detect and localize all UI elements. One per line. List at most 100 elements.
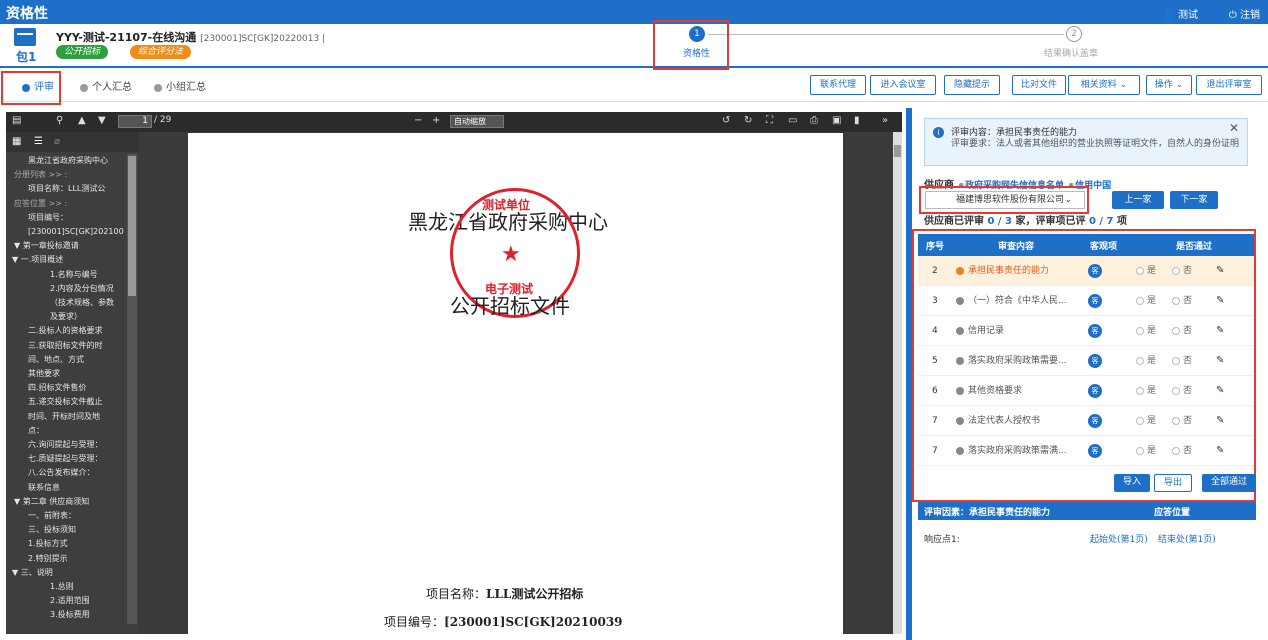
fullscreen-icon[interactable]: ⛶ xyxy=(766,115,773,126)
outline-item[interactable]: ▼ 一.项目概述 xyxy=(12,255,63,265)
outline-icon[interactable]: ☰ xyxy=(34,136,43,147)
page-number-input[interactable]: 1 xyxy=(118,115,152,128)
export-button[interactable]: 导出 xyxy=(1154,474,1192,492)
review-notice: i 评审内容：承担民事责任的能力 评审要求：法人或者其他组织的营业执照等证明文件… xyxy=(924,118,1248,166)
outline-item[interactable]: 三.获取招标文件的时 xyxy=(28,341,103,351)
outline-item[interactable]: ▼ 第一章投标邀请 xyxy=(14,241,79,251)
highlight-supplier-box xyxy=(919,186,1089,214)
outline-item[interactable]: 应答位置 >> : xyxy=(14,199,67,209)
info-icon: i xyxy=(933,127,944,138)
tab-dot-icon xyxy=(154,84,162,92)
outline-item[interactable]: 2.内容及分包情况 xyxy=(50,284,114,294)
outline-item[interactable]: 3.投标费用 xyxy=(50,610,90,620)
pdf-scroll-thumb[interactable] xyxy=(894,145,901,157)
open-file-icon[interactable]: ▭ xyxy=(788,115,797,126)
doc-project-name-label: 项目名称： xyxy=(426,587,487,601)
sidebar-scroll-thumb[interactable] xyxy=(128,156,136,296)
logout-label: 注销 xyxy=(1240,10,1260,21)
contact-agent-button[interactable]: 联系代理 xyxy=(810,75,866,95)
project-title: YYY-测试-21107-在线沟通 [230001]SC[GK]20220013… xyxy=(56,29,325,45)
seal-star-icon: ★ xyxy=(501,242,521,267)
related-docs-dropdown[interactable]: 相关资料 ⌄ xyxy=(1068,75,1140,95)
notice-title: 评审内容：承担民事责任的能力 xyxy=(951,128,1078,138)
zoom-out-icon[interactable]: − xyxy=(414,115,422,126)
pdf-outline-sidebar: ▦ ☰ ⌀ 黑龙江省政府采购中心分册列表 >> : 项目名称：LLL测试公应答位置… xyxy=(6,132,138,634)
outline-item[interactable]: 三、投标须知 xyxy=(28,525,76,535)
save-icon[interactable]: ▣ xyxy=(832,115,841,126)
search-icon[interactable]: ⚲ xyxy=(56,115,63,126)
outline-item[interactable]: 黑龙江省政府采购中心 xyxy=(28,156,108,166)
bookmark-icon[interactable]: ▮ xyxy=(854,115,860,126)
highlight-step-box xyxy=(653,20,729,70)
exit-review-button[interactable]: 退出评审室 xyxy=(1196,75,1262,95)
outline-item[interactable]: 项目名称：LLL测试公 xyxy=(28,184,105,194)
next-supplier-button[interactable]: 下一家 xyxy=(1170,191,1218,209)
outline-item[interactable]: 点： xyxy=(28,426,44,436)
zoom-select[interactable]: 自动缩放 xyxy=(450,115,504,128)
outline-item[interactable]: （技术规格、参数 xyxy=(50,298,114,308)
response-row: 响应点1: 起始处(第1页) 结束处(第1页) xyxy=(918,520,1256,554)
end-position-link[interactable]: 结束处(第1页) xyxy=(1158,532,1216,545)
arrow-up-icon[interactable]: ▲ xyxy=(78,115,86,126)
evaluation-method-badge: 综合评分法 xyxy=(130,45,192,59)
procurement-method-badge: 公开招标 xyxy=(56,45,109,59)
tab-group-summary-label: 小组汇总 xyxy=(166,82,206,93)
app-title: 资格性 xyxy=(6,6,48,22)
close-icon[interactable]: ✕ xyxy=(1229,121,1239,135)
arrow-down-icon[interactable]: ▼ xyxy=(98,115,106,126)
step-2-label[interactable]: 结果确认盖章 xyxy=(1044,46,1098,59)
outline-item[interactable]: 一、前附表： xyxy=(28,511,76,521)
outline-item[interactable]: 七.质疑提起与受理： xyxy=(28,454,103,464)
outline-item[interactable]: ▼ 三、说明 xyxy=(12,568,53,578)
chevron-down-icon: ⌄ xyxy=(1119,80,1128,90)
package-label: 包1 xyxy=(16,50,37,64)
outline-item[interactable]: 1.总则 xyxy=(50,582,74,592)
more-tools-icon[interactable]: » xyxy=(882,115,888,126)
outline-item[interactable]: 五.递交投标文件截止 xyxy=(28,397,103,407)
item-progress-count: 0 / 7 xyxy=(1088,216,1114,227)
thumbnails-icon[interactable]: ▦ xyxy=(12,136,21,147)
rotate-ccw-icon[interactable]: ↺ xyxy=(722,115,730,126)
user-menu[interactable]: 👤 测试 xyxy=(1162,6,1198,21)
outline-item[interactable]: 二.投标人的资格要求 xyxy=(28,326,103,336)
outline-item[interactable]: 八.公告发布媒介： xyxy=(28,468,95,478)
outline-item[interactable]: [230001]SC[GK]202100 xyxy=(28,227,124,237)
outline-item[interactable]: 1.名称与编号 xyxy=(50,270,98,280)
outline-item[interactable]: 联系信息 xyxy=(28,483,60,493)
print-icon[interactable]: ⎙ xyxy=(810,115,818,126)
import-button[interactable]: 导入 xyxy=(1114,474,1150,492)
zoom-in-icon[interactable]: + xyxy=(432,115,440,126)
outline-item[interactable]: 其他要求 xyxy=(28,369,60,379)
notice-text: 评审要求：法人或者其他组织的营业执照等证明文件，自然人的身份证明 xyxy=(951,139,1240,149)
pass-all-button[interactable]: 全部通过 xyxy=(1202,474,1256,492)
doc-subtitle: 公开招标文件 xyxy=(450,294,570,318)
response-point-label: 响应点1: xyxy=(924,535,960,545)
hide-tips-button[interactable]: 隐藏提示 xyxy=(944,75,1000,95)
outline-item[interactable]: 六.询问提起与受理： xyxy=(28,440,103,450)
outline-item[interactable]: 间、地点、方式 xyxy=(28,355,84,365)
attachment-icon[interactable]: ⌀ xyxy=(54,136,60,147)
outline-item[interactable]: 及要求） xyxy=(50,312,82,322)
outline-item[interactable]: 2.适用范围 xyxy=(50,596,90,606)
outline-item[interactable]: 时间、开标时间及地 xyxy=(28,412,100,422)
tab-group-summary[interactable]: 小组汇总 xyxy=(152,74,206,102)
start-position-link[interactable]: 起始处(第1页) xyxy=(1090,532,1148,545)
sidebar-toggle-icon[interactable]: ▤ xyxy=(12,115,21,126)
outline-item[interactable]: 2.特别提示 xyxy=(28,554,68,564)
pdf-scrollbar[interactable] xyxy=(893,132,902,634)
tab-personal-summary[interactable]: 个人汇总 xyxy=(78,74,132,102)
rotate-cw-icon[interactable]: ↻ xyxy=(744,115,752,126)
outline-item[interactable]: 四.招标文件售价 xyxy=(28,383,87,393)
top-bar: 资格性 👤 测试 ⏻ 注销 xyxy=(0,0,1268,24)
highlight-table-box xyxy=(912,229,1256,502)
logout-button[interactable]: ⏻ 注销 xyxy=(1229,6,1260,21)
operation-dropdown[interactable]: 操作 ⌄ xyxy=(1146,75,1192,95)
outline-item[interactable]: ▼ 第二章 供应商须知 xyxy=(14,497,89,507)
outline-item[interactable]: 项目编号： xyxy=(28,213,68,223)
outline-item[interactable]: 1.投标方式 xyxy=(28,539,68,549)
enter-meeting-button[interactable]: 进入会议室 xyxy=(870,75,936,95)
user-icon: 👤 xyxy=(1162,10,1175,21)
compare-files-button[interactable]: 比对文件 xyxy=(1012,75,1066,95)
prev-supplier-button[interactable]: 上一家 xyxy=(1112,191,1164,209)
outline-item[interactable]: 分册列表 >> : xyxy=(14,170,67,180)
